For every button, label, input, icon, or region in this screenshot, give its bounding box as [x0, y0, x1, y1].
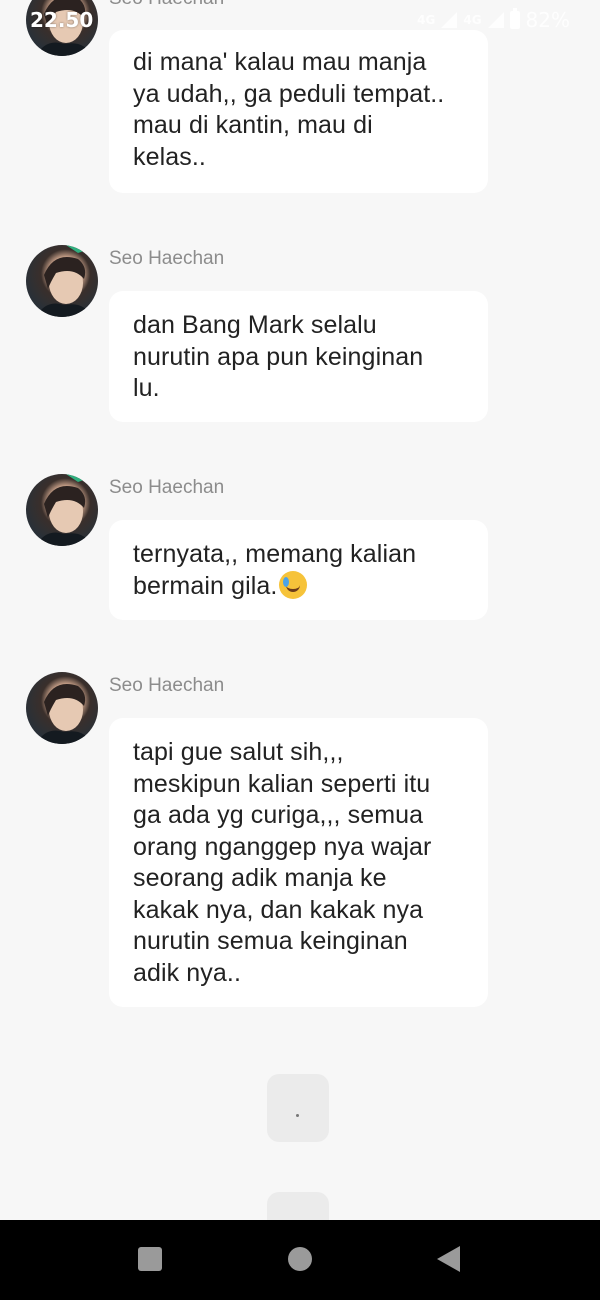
message-text: dan Bang Mark selalu nurutin apa pun kei… [133, 310, 464, 405]
message-line-with-emoji: bermain gila. [133, 570, 464, 603]
message-text: tapi gue salut sih,,, meskipun kalian se… [133, 737, 464, 989]
status-indicators: 4G 4G 82% [417, 8, 570, 32]
avatar[interactable] [26, 0, 98, 56]
network-label-1: 4G [417, 13, 436, 27]
sender-name: Seo Haechan [109, 0, 224, 10]
avatar[interactable] [26, 672, 98, 744]
circle-icon[interactable] [288, 1247, 312, 1271]
avatar[interactable] [26, 474, 98, 546]
message-text: ternyata,, memang kalian bermain gila. [133, 539, 464, 602]
message-bubble[interactable]: tapi gue salut sih,,, meskipun kalian se… [109, 718, 488, 1007]
rolling-on-floor-laughing-emoji-icon [279, 570, 308, 599]
message-bubble[interactable]: ternyata,, memang kalian bermain gila. [109, 520, 488, 620]
message-line: nurutin semua keinginan [133, 927, 408, 955]
chat-screen: 22.50 4G 4G 82% Seo Haechan di mana' kal… [0, 0, 600, 1220]
message-line: di mana' kalau mau manja [133, 48, 427, 76]
message-line: nurutin apa pun keinginan [133, 342, 424, 371]
sender-name: Seo Haechan [109, 248, 225, 269]
signal-icon-2 [487, 12, 504, 28]
message-line: ya udah,, ga peduli tempat.. [133, 79, 445, 108]
typing-dot [296, 1114, 299, 1117]
message-line: adik nya.. [133, 958, 242, 987]
message-line: meskipun kalian seperti itu [133, 769, 431, 798]
square-icon[interactable] [138, 1247, 162, 1271]
message-text: di mana' kalau mau manja ya udah,, ga pe… [133, 47, 464, 173]
message-line: dan Bang Mark selalu [133, 311, 377, 339]
message-line: ternyata,, memang kalian [133, 540, 417, 568]
network-label-2: 4G [463, 13, 482, 27]
message-line: orang nganggep nya wajar [133, 832, 432, 861]
message-line: ga ada yg curiga,,, semua [133, 801, 424, 829]
battery-icon [509, 8, 520, 29]
typing-indicator-partial [267, 1192, 329, 1220]
avatar[interactable] [26, 245, 98, 317]
message-line: mau di kantin, mau di [133, 111, 373, 139]
signal-icon [441, 12, 458, 28]
message-line: bermain gila. [133, 571, 278, 600]
triangle-back-icon[interactable] [437, 1246, 460, 1272]
navigation-bar [0, 1220, 600, 1300]
message-line: lu. [133, 374, 160, 402]
battery-level: 82% [525, 8, 570, 32]
message-line: tapi gue salut sih,,, [133, 738, 344, 766]
message-line: kakak nya, dan kakak nya [133, 895, 424, 924]
sender-name: Seo Haechan [109, 675, 225, 696]
message-bubble[interactable]: di mana' kalau mau manja ya udah,, ga pe… [109, 30, 488, 193]
sender-name: Seo Haechan [109, 477, 225, 498]
message-line: seorang adik manja ke [133, 864, 387, 892]
message-line: kelas.. [133, 142, 206, 171]
message-bubble[interactable]: dan Bang Mark selalu nurutin apa pun kei… [109, 291, 488, 422]
typing-indicator [267, 1074, 329, 1142]
